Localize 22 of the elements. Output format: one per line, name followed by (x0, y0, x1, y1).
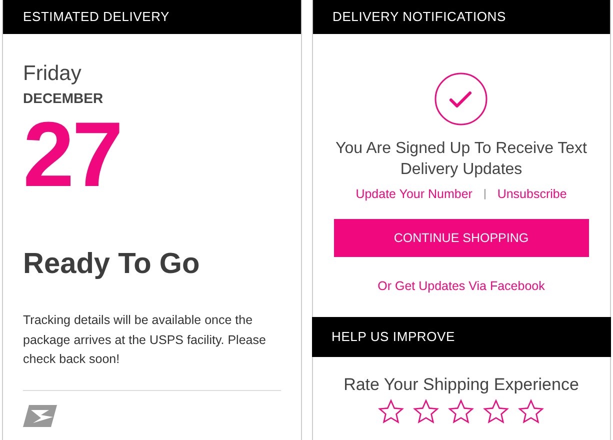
continue-shopping-button[interactable]: CONTINUE SHOPPING (334, 219, 589, 257)
star-icon[interactable] (518, 399, 544, 425)
star-rating[interactable] (378, 399, 544, 425)
signup-message: You Are Signed Up To Receive Text Delivery Updates (334, 139, 588, 180)
section-header: HELP US IMPROVE (312, 317, 611, 357)
unsubscribe-link[interactable]: Unsubscribe (497, 187, 567, 201)
star-icon[interactable] (413, 399, 440, 425)
rating-prompt: Rate Your Shipping Experience (344, 375, 579, 395)
star-icon[interactable] (448, 399, 474, 425)
tracking-message: Tracking details will be available once the package arrives at the USPS facility. Please check back soon! (23, 312, 267, 368)
eagle-logo-icon (23, 404, 57, 426)
star-icon[interactable] (483, 399, 510, 425)
link-separator: | (483, 188, 486, 200)
update-number-link[interactable]: Update Your Number (356, 187, 472, 201)
status-heading: Ready To Go (23, 248, 201, 281)
facebook-link[interactable]: Or Get Updates Via Facebook (378, 279, 545, 293)
section-header: DELIVERY NOTIFICATIONS (312, 0, 610, 34)
star-icon[interactable] (378, 399, 404, 425)
weekday: Friday (23, 62, 82, 86)
day-number: 27 (23, 114, 122, 196)
month: DECEMBER (23, 90, 104, 106)
section-header: ESTIMATED DELIVERY (3, 0, 300, 34)
